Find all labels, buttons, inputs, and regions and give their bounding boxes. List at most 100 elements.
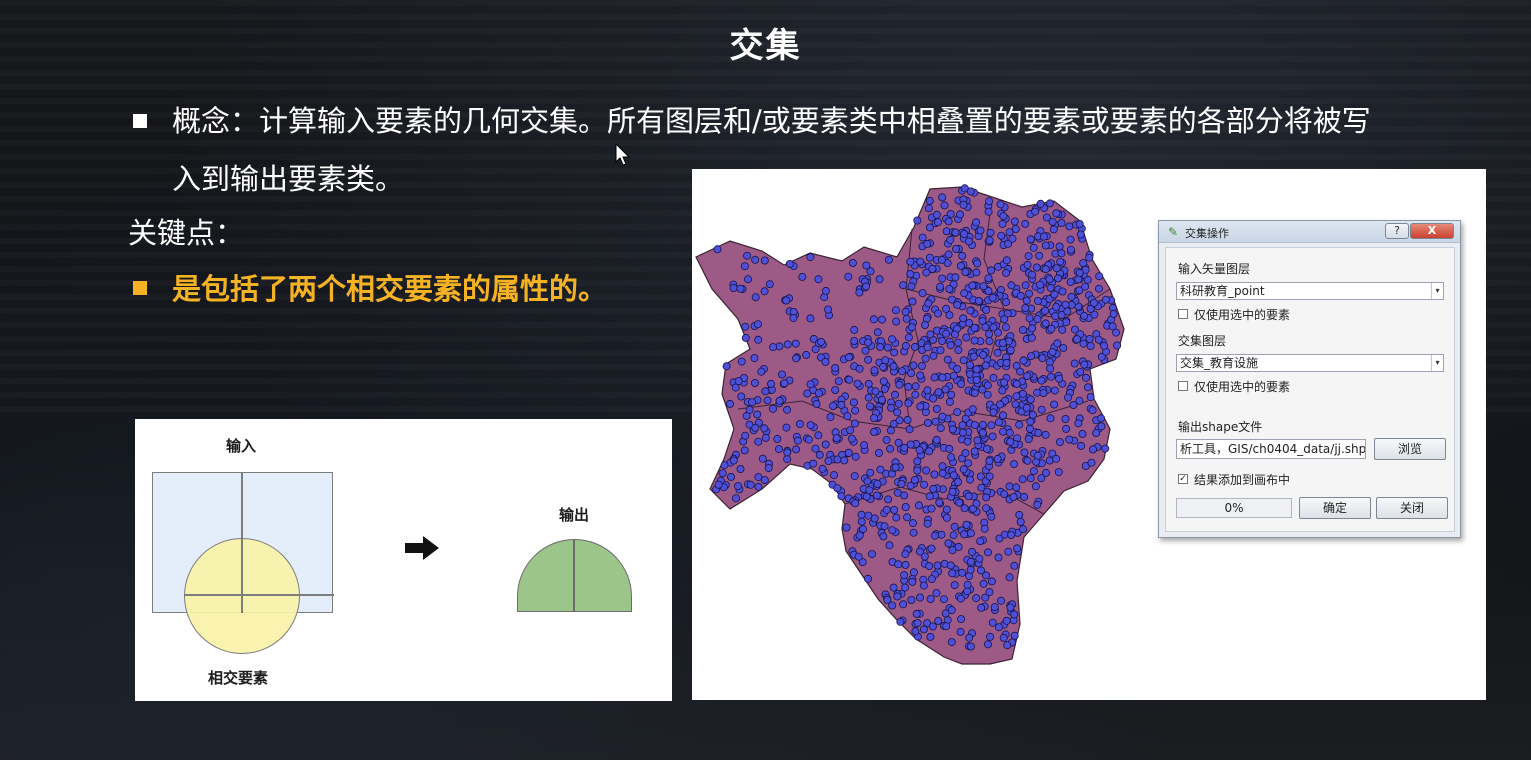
point-feature [1089,298,1098,307]
point-feature [1048,217,1057,226]
point-feature [821,440,830,449]
point-feature [1025,424,1034,433]
point-feature [1076,367,1085,376]
point-feature [831,385,840,394]
point-feature [982,493,991,502]
point-feature [1061,414,1070,423]
point-feature [884,495,893,504]
point-feature [938,336,947,345]
point-feature [1041,265,1050,274]
point-feature [754,473,763,482]
point-feature [970,388,979,397]
point-feature [966,306,975,315]
point-feature [760,256,769,265]
point-feature [966,529,975,538]
point-feature [1003,641,1012,650]
point-feature [899,281,908,290]
input-layer-label: 输入矢量图层 [1178,262,1251,276]
intersect-layer-select[interactable]: 交集_教育设施 ▾ [1176,354,1444,372]
use-selected-1-checkbox[interactable] [1178,309,1188,319]
point-feature [919,581,928,590]
close-dialog-button[interactable]: 关闭 [1376,497,1448,519]
point-feature [1008,234,1017,243]
output-shapefile-input[interactable]: 析工具，GIS/ch0404_data/jj.shp [1176,439,1366,459]
point-feature [960,289,969,298]
point-feature [761,433,770,442]
point-feature [758,454,767,463]
point-feature [948,569,957,578]
point-feature [972,594,981,603]
point-feature [869,315,878,324]
point-feature [927,575,936,584]
dialog-titlebar[interactable]: ✎ 交集操作 ? X [1159,221,1460,243]
map-canvas[interactable]: ✎ 交集操作 ? X 输入矢量图层 科研教育_point ▾ 仅使用选中的要素 … [692,169,1486,700]
point-feature [1078,429,1087,438]
point-feature [907,595,916,604]
point-feature [960,530,969,539]
point-feature [1001,323,1010,332]
point-feature [845,375,854,384]
browse-button[interactable]: 浏览 [1374,438,1446,460]
point-feature [855,288,864,297]
point-feature [958,421,967,430]
point-feature [939,595,948,604]
point-feature [1023,371,1032,380]
point-feature [861,346,870,355]
point-feature [968,405,977,414]
point-feature [959,356,968,365]
point-feature [965,633,974,642]
point-feature [907,323,916,332]
intersect-dialog[interactable]: ✎ 交集操作 ? X 输入矢量图层 科研教育_point ▾ 仅使用选中的要素 … [1158,220,1461,538]
point-feature [956,627,965,636]
point-feature [920,320,929,329]
point-feature [1024,252,1033,261]
point-feature [1012,379,1021,388]
point-feature [851,452,860,461]
point-feature [961,449,970,458]
point-feature [1075,268,1084,277]
point-feature [783,405,792,414]
point-feature [833,455,842,464]
point-feature [734,482,743,491]
point-feature [844,448,853,457]
point-feature [753,320,762,329]
point-feature [880,384,889,393]
point-feature [959,200,968,209]
point-feature [837,400,846,409]
point-feature [1053,274,1062,283]
point-feature [899,600,908,609]
point-feature [901,560,910,569]
point-feature [908,297,917,306]
point-feature [956,594,965,603]
point-feature [1041,468,1050,477]
point-feature [998,411,1007,420]
point-feature [972,268,981,277]
point-feature [1029,467,1038,476]
point-feature [999,633,1008,642]
point-feature [890,505,899,514]
add-to-canvas-checkbox[interactable]: ✓ [1178,474,1188,484]
close-window-button[interactable]: X [1410,223,1454,239]
point-feature [923,343,932,352]
point-feature [729,456,738,465]
use-selected-2-checkbox[interactable] [1178,381,1188,391]
point-feature [922,268,931,277]
point-feature [927,504,936,513]
point-feature [970,336,979,345]
point-feature [912,609,921,618]
point-feature [1032,263,1041,272]
help-button[interactable]: ? [1385,223,1409,239]
point-feature [848,259,857,268]
point-feature [1021,303,1030,312]
point-feature [988,293,997,302]
point-feature [1080,311,1089,320]
point-feature [999,427,1008,436]
point-feature [925,562,934,571]
ok-button[interactable]: 确定 [1299,497,1371,519]
point-feature [953,408,962,417]
progress-bar: 0% [1176,498,1292,518]
input-layer-select[interactable]: 科研教育_point ▾ [1176,282,1444,300]
point-feature [976,537,985,546]
point-feature [1033,500,1042,509]
point-feature [1037,405,1046,414]
